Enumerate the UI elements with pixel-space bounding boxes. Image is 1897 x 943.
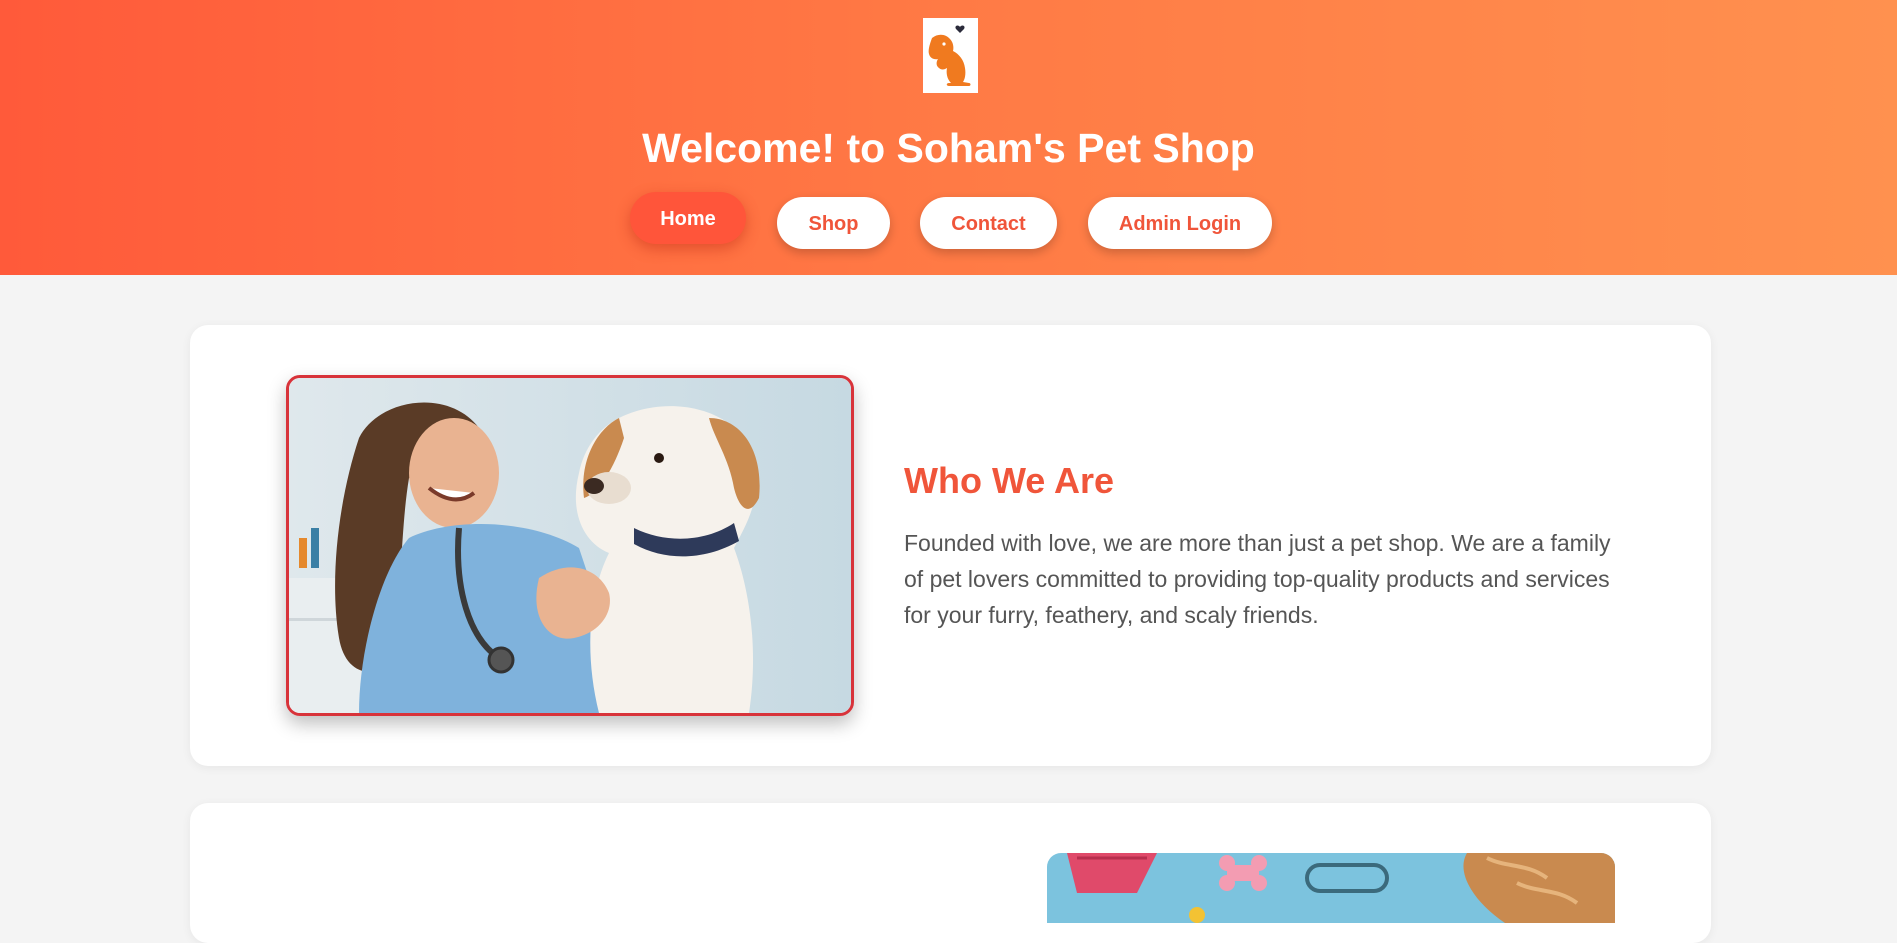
about-description: Founded with love, we are more than just… xyxy=(904,530,1611,628)
nav-admin-login-button[interactable]: Admin Login xyxy=(1088,197,1272,249)
site-title: Welcome! to Soham's Pet Shop xyxy=(642,125,1255,171)
site-header: Welcome! to Soham's Pet Shop Home Shop C… xyxy=(0,0,1897,275)
about-heading: Who We Are xyxy=(904,460,1115,501)
nav-shop-button[interactable]: Shop xyxy=(777,197,890,249)
dog-logo-icon[interactable] xyxy=(923,18,978,93)
nav-contact-button[interactable]: Contact xyxy=(920,197,1057,249)
nav-home-button[interactable]: Home xyxy=(630,192,746,244)
vet-with-dog-image xyxy=(286,375,854,716)
